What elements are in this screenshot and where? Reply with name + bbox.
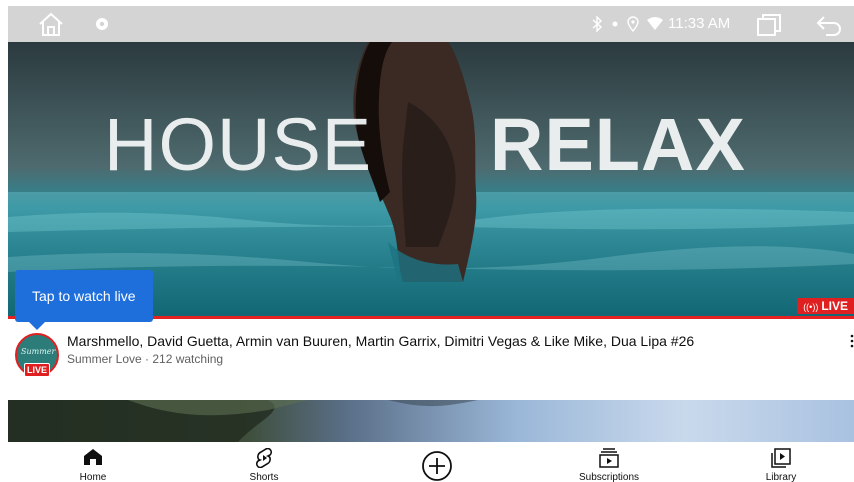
nav-subscriptions[interactable]: Subscriptions: [554, 442, 664, 482]
back-icon[interactable]: [814, 13, 844, 37]
nav-library[interactable]: Library: [726, 442, 836, 482]
avatar-live-badge: LIVE: [24, 363, 50, 377]
thumbnail-text-relax: RELAX: [490, 103, 746, 186]
status-bar: 11:33 AM: [8, 6, 854, 42]
nav-library-label: Library: [765, 472, 797, 482]
nav-home-label: Home: [79, 472, 107, 482]
create-plus-icon[interactable]: [420, 450, 454, 482]
recent-apps-icon[interactable]: [756, 13, 782, 37]
nav-shorts-label: Shorts: [249, 472, 279, 482]
bottom-navigation: Home Shorts Subscriptions Library: [0, 442, 854, 482]
next-video-thumbnail[interactable]: [8, 400, 854, 442]
tooltip-arrow: [28, 321, 46, 330]
nav-shorts[interactable]: Shorts: [209, 442, 319, 482]
location-icon: [627, 16, 639, 32]
home-filled-icon: [84, 449, 102, 465]
subscriptions-icon: [599, 448, 619, 468]
gear-icon: [96, 18, 108, 30]
wifi-icon: [647, 17, 663, 30]
live-badge: ((•)) LIVE: [797, 298, 854, 314]
live-badge-label: LIVE: [821, 299, 848, 313]
thumbnail-text-house: HOUSE: [104, 103, 373, 186]
clock: 11:33 AM: [668, 15, 731, 32]
shorts-icon: [255, 448, 273, 468]
watch-live-tooltip[interactable]: Tap to watch live: [15, 270, 153, 322]
youtube-screen: 11:33 AM HOUSE RELAX ((•)) LIVE Tap to w…: [0, 0, 854, 482]
avatar-logo-text: Summer: [21, 347, 56, 356]
video-meta: Summer Love · 212 watching: [67, 352, 224, 366]
dot-icon: [612, 21, 618, 27]
next-thumbnail-scene: [8, 400, 478, 442]
bluetooth-icon: [592, 16, 603, 32]
nav-home[interactable]: Home: [38, 442, 148, 482]
nav-subscriptions-label: Subscriptions: [578, 472, 640, 482]
library-icon: [771, 448, 791, 468]
live-broadcast-icon: ((•)): [803, 302, 819, 312]
video-title[interactable]: Marshmello, David Guetta, Armin van Buur…: [67, 333, 694, 349]
more-options-icon[interactable]: [846, 333, 854, 351]
home-icon[interactable]: [36, 10, 66, 38]
